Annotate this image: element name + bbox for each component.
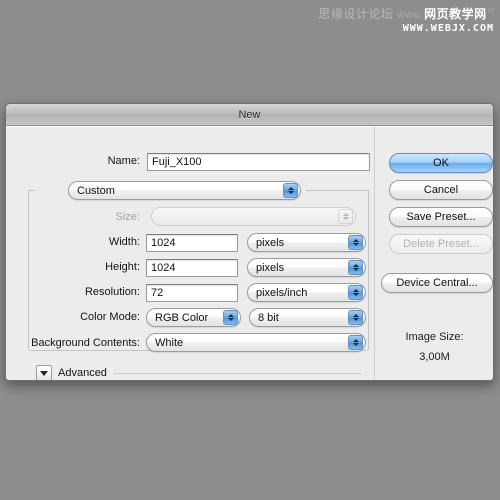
- color-mode-value: RGB Color: [155, 311, 209, 324]
- watermark-site-name: 网页教学网: [423, 7, 488, 21]
- image-size-label: Image Size:: [405, 331, 464, 343]
- size-label: Size:: [115, 211, 140, 223]
- color-mode-dropdown[interactable]: RGB Color: [146, 308, 241, 327]
- height-unit-value: pixels: [256, 261, 285, 274]
- dialog-main-column: Name: Fuji_X100 Preset: Custom Size: Wid…: [6, 127, 374, 380]
- cancel-button[interactable]: Cancel: [389, 180, 493, 200]
- image-size-value: 3,00M: [419, 351, 450, 363]
- dialog-title: New: [238, 108, 261, 121]
- dialog-titlebar[interactable]: New: [6, 104, 493, 126]
- name-label: Name:: [107, 155, 140, 167]
- watermark-forum-name: 思缘设计论坛: [318, 7, 394, 21]
- watermark-line-1: 思缘设计论坛 www.网页教学网M: [318, 7, 494, 22]
- chevron-updown-icon: [348, 260, 363, 275]
- chevron-updown-icon: [348, 235, 363, 250]
- advanced-label: Advanced: [58, 367, 107, 379]
- resolution-unit-dropdown[interactable]: pixels/inch: [247, 283, 366, 302]
- width-unit-dropdown[interactable]: pixels: [247, 233, 366, 252]
- chevron-updown-icon: [338, 209, 353, 224]
- background-contents-label: Background Contents:: [31, 337, 140, 349]
- color-mode-label: Color Mode:: [80, 311, 140, 323]
- width-label: Width:: [108, 236, 140, 248]
- device-central-button[interactable]: Device Central...: [381, 273, 493, 293]
- height-label: Height:: [105, 261, 140, 273]
- color-depth-dropdown[interactable]: 8 bit: [249, 308, 366, 327]
- width-input[interactable]: 1024: [146, 234, 238, 252]
- chevron-updown-icon: [283, 183, 298, 198]
- chevron-updown-icon: [223, 310, 238, 325]
- resolution-label: Resolution:: [84, 286, 140, 298]
- new-document-dialog: New Name: Fuji_X100 Preset: Custom S: [5, 103, 494, 381]
- ok-button[interactable]: OK: [389, 153, 493, 173]
- dialog-button-column: OK Cancel Save Preset... Delete Preset..…: [374, 127, 493, 380]
- height-input[interactable]: 1024: [146, 259, 238, 277]
- advanced-divider: [114, 373, 361, 374]
- preset-dropdown-value: Custom: [77, 184, 115, 197]
- name-input[interactable]: Fuji_X100: [147, 153, 370, 171]
- preset-dropdown[interactable]: Custom: [68, 181, 301, 200]
- resolution-input[interactable]: 72: [146, 284, 238, 302]
- size-dropdown: [151, 207, 356, 226]
- color-depth-value: 8 bit: [258, 311, 279, 324]
- screen: 思缘设计论坛 www.网页教学网M WWW.WEBJX.COM New Name…: [0, 0, 500, 500]
- advanced-disclosure-group[interactable]: Advanced: [36, 365, 107, 380]
- resolution-unit-value: pixels/inch: [256, 286, 308, 299]
- chevron-updown-icon: [348, 335, 363, 350]
- background-contents-value: White: [155, 336, 184, 349]
- watermark-www-prefix: www.: [397, 10, 424, 21]
- chevron-updown-icon: [348, 310, 363, 325]
- save-preset-button[interactable]: Save Preset...: [389, 207, 493, 227]
- preset-groupbox-top-right-rule: [306, 190, 369, 191]
- chevron-updown-icon: [348, 285, 363, 300]
- height-unit-dropdown[interactable]: pixels: [247, 258, 366, 277]
- background-contents-dropdown[interactable]: White: [146, 333, 366, 352]
- width-unit-value: pixels: [256, 236, 285, 249]
- watermark-trademark: M: [487, 8, 494, 15]
- watermark: 思缘设计论坛 www.网页教学网M WWW.WEBJX.COM: [318, 7, 494, 34]
- delete-preset-button: Delete Preset...: [389, 234, 493, 254]
- watermark-url: WWW.WEBJX.COM: [402, 22, 494, 34]
- triangle-down-icon[interactable]: [36, 365, 52, 380]
- dialog-body: Name: Fuji_X100 Preset: Custom Size: Wid…: [6, 126, 493, 380]
